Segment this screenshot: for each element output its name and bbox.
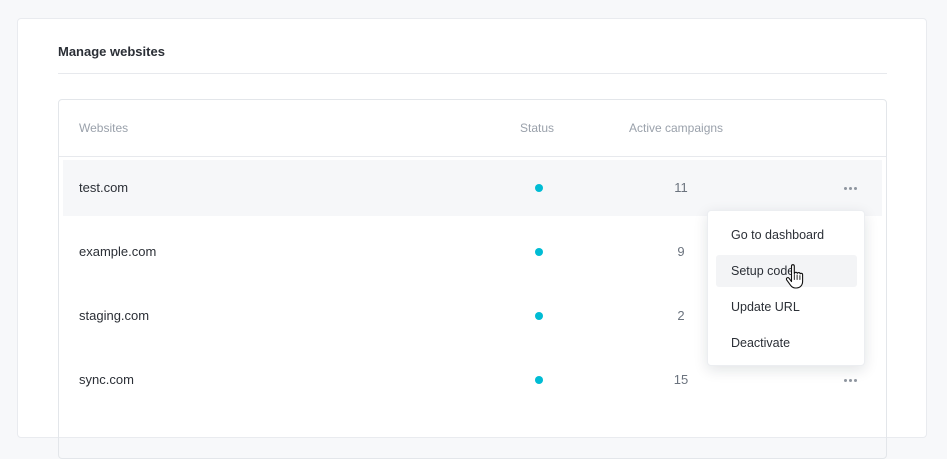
status-active-dot [535, 376, 543, 384]
active-campaigns-count: 15 [673, 372, 689, 387]
website-name: example.com [79, 244, 157, 259]
active-campaigns-count: 11 [674, 180, 688, 195]
page-title: Manage websites [58, 44, 165, 59]
menu-item-deactivate[interactable]: Deactivate [716, 327, 857, 359]
row-actions-menu: Go to dashboard Setup code Update URL De… [707, 210, 865, 366]
menu-item-setup-code[interactable]: Setup code [716, 255, 857, 287]
website-name: test.com [79, 180, 129, 195]
status-active-dot [535, 184, 543, 192]
menu-item-go-to-dashboard[interactable]: Go to dashboard [716, 219, 857, 251]
website-name: sync.com [79, 372, 134, 387]
more-options-icon[interactable] [838, 372, 862, 388]
column-header-status: Status [520, 121, 555, 135]
column-header-active-campaigns: Active campaigns [629, 121, 724, 135]
column-header-websites: Websites [79, 121, 129, 135]
more-options-icon[interactable] [838, 180, 862, 196]
table-row[interactable]: test.com 11 [63, 160, 882, 216]
title-divider [58, 73, 887, 74]
website-name: staging.com [79, 308, 150, 323]
menu-item-update-url[interactable]: Update URL [716, 291, 857, 323]
status-active-dot [535, 312, 543, 320]
status-active-dot [535, 248, 543, 256]
table-header: Websites Status Active campaigns [59, 100, 886, 157]
